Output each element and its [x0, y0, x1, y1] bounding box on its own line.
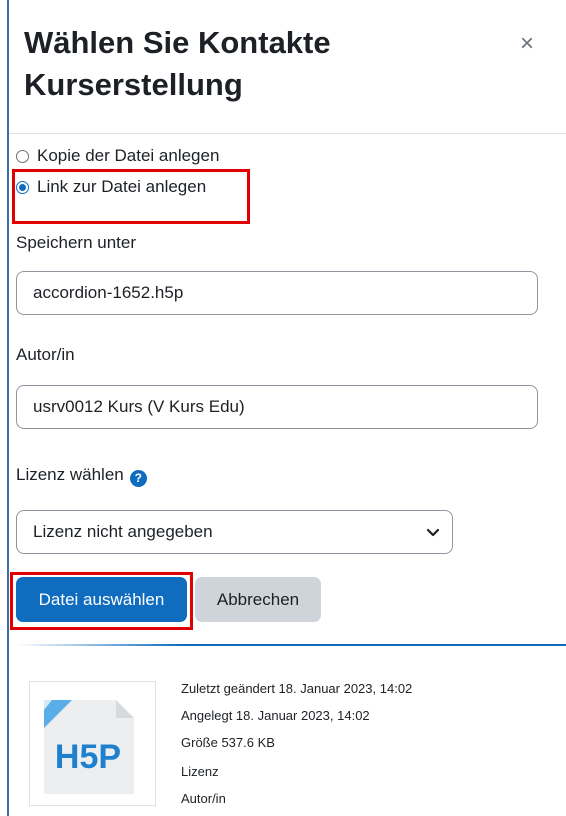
file-thumbnail: H5P: [29, 681, 156, 806]
dialog-header: Wählen Sie Kontakte Kurserstellung: [24, 22, 544, 106]
dialog-title: Wählen Sie Kontakte Kurserstellung: [24, 25, 331, 102]
save-as-input[interactable]: accordion-1652.h5p: [16, 271, 538, 315]
close-icon[interactable]: ×: [513, 30, 541, 58]
file-size: Größe 537.6 KB: [181, 735, 275, 750]
h5p-logo-text: H5P: [55, 738, 121, 776]
file-license-label: Lizenz: [181, 764, 219, 779]
author-label: Autor/in: [16, 345, 75, 364]
header-divider: [9, 133, 566, 134]
file-created: Angelegt 18. Januar 2023, 14:02: [181, 708, 370, 723]
license-select[interactable]: Lizenz nicht angegeben: [16, 510, 453, 554]
highlight-link-option: [12, 169, 250, 224]
file-author-label: Autor/in: [181, 791, 226, 806]
option-copy-file[interactable]: Kopie der Datei anlegen: [16, 146, 219, 166]
cancel-button[interactable]: Abbrechen: [195, 577, 321, 622]
highlight-select-button: [10, 572, 193, 630]
author-input[interactable]: usrv0012 Kurs (V Kurs Edu): [16, 385, 538, 429]
radio-copy-file[interactable]: [16, 149, 29, 163]
file-picker-dialog: Wählen Sie Kontakte Kurserstellung × Kop…: [0, 0, 566, 816]
section-divider: [16, 644, 566, 646]
question-circle-icon[interactable]: ?: [129, 470, 147, 487]
option-copy-file-label: Kopie der Datei anlegen: [37, 146, 220, 165]
chevron-down-icon: [426, 528, 440, 537]
license-label: Lizenz wählen: [16, 465, 124, 484]
file-modified: Zuletzt geändert 18. Januar 2023, 14:02: [181, 681, 413, 696]
save-as-label: Speichern unter: [16, 233, 137, 252]
left-border: [7, 0, 9, 816]
license-selected-value: Lizenz nicht angegeben: [33, 522, 213, 541]
license-label-row: Lizenz wählen?: [16, 465, 147, 487]
h5p-file-icon: H5P: [44, 700, 134, 794]
